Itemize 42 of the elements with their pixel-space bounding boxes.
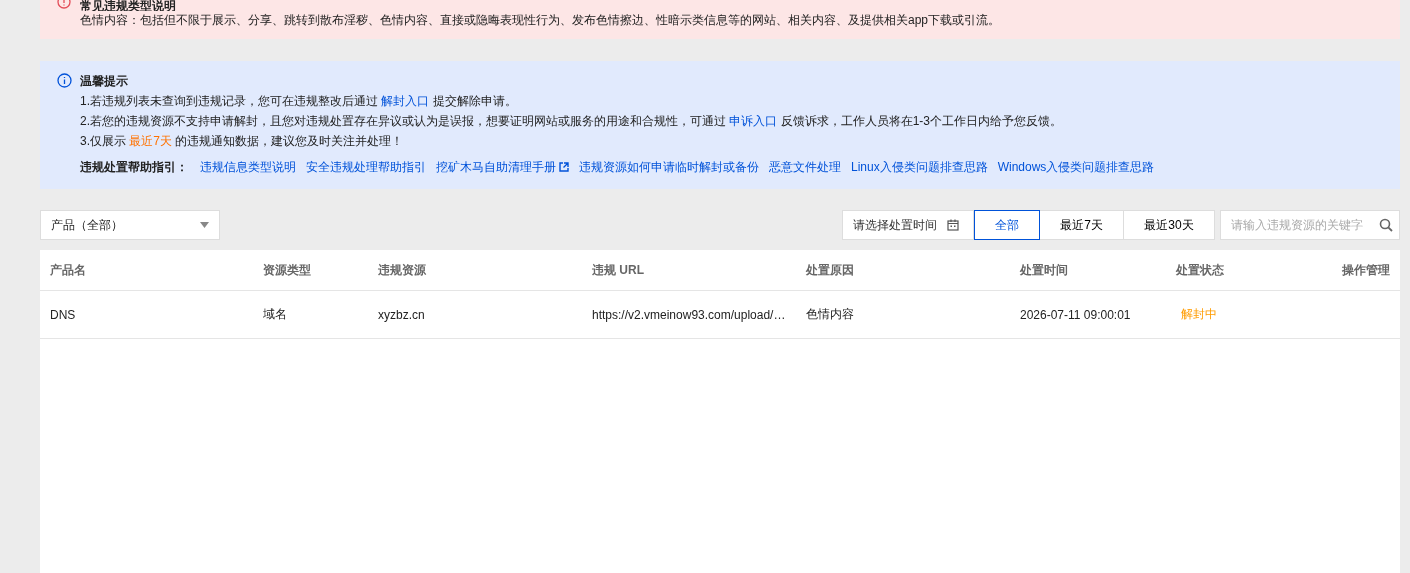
- calendar-icon: [947, 219, 959, 231]
- caret-icon: [200, 222, 209, 228]
- info-icon: [57, 73, 72, 88]
- range-tab[interactable]: 全部: [974, 210, 1040, 240]
- table-cell-text: 域名: [263, 306, 288, 323]
- table-cell-text: DNS: [50, 307, 77, 322]
- help-link[interactable]: 恶意文件处理: [769, 157, 841, 177]
- link[interactable]: 解封入口: [381, 94, 430, 108]
- column-header: 处置状态: [1176, 261, 1225, 279]
- table-cell-text: 色情内容: [806, 306, 855, 323]
- help-label: 违规处置帮助指引：: [80, 159, 188, 176]
- date-picker[interactable]: 请选择处置时间: [842, 210, 974, 240]
- column-header: 违规 URL: [592, 261, 645, 279]
- banner-text: 色情内容：包括但不限于展示、分享、跳转到散布淫秽、色情内容、直接或隐晦表现性行为、发布色情擦边、性暗示类信息等的网站、相关内容、及提供相关app下载或引流。: [80, 12, 1002, 29]
- help-link[interactable]: Windows入侵类问题排查思路: [997, 157, 1155, 177]
- column-header: 资源类型: [263, 261, 312, 279]
- column-header: 处置原因: [806, 261, 855, 279]
- help-link[interactable]: 违规资源如何申请临时解封或备份: [579, 157, 759, 177]
- column-header: 处置时间: [1020, 261, 1069, 279]
- help-link[interactable]: 违规信息类型说明: [200, 157, 296, 177]
- external-link-icon: [559, 162, 569, 172]
- column-header: 违规资源: [378, 261, 427, 279]
- status-text: 解封中: [1180, 306, 1218, 323]
- help-link[interactable]: 挖矿木马自助清理手册: [436, 157, 569, 177]
- table-cell-text: 2026-07-11 09:00:01: [1020, 307, 1132, 322]
- range-tab[interactable]: 最近30天: [1124, 210, 1215, 240]
- search-field[interactable]: 请输入违规资源的关键字: [1220, 210, 1400, 240]
- column-header: 操作管理: [1341, 261, 1390, 279]
- range-tab[interactable]: 最近7天: [1040, 210, 1124, 240]
- table-cell-text: https://v2.vmeinow93.com/upload/…: [592, 307, 787, 322]
- help-link[interactable]: 安全违规处理帮助指引: [306, 157, 426, 177]
- table-cell-text: xyzbz.cn: [378, 307, 426, 322]
- banner-title: 常见违规类型说明: [80, 0, 177, 11]
- notice-line: 1.若违规列表未查询到违规记录，您可在违规整改后通过 解封入口 提交解除申请。: [80, 93, 518, 110]
- notice-line: 3.仅展示 最近7天 的违规通知数据，建议您及时关注并处理！: [80, 133, 405, 150]
- column-header: 产品名: [50, 261, 87, 279]
- search-icon: [1379, 218, 1393, 232]
- notice-line: 2.若您的违规资源不支持申请解封，且您对违规处置存在异议或认为是误报，想要证明网站或服务的用途和合规性，可通过 申诉入口 反馈诉求，工作人员将在1-3个工作日内给予您反馈。: [80, 113, 1064, 130]
- help-link[interactable]: Linux入侵类问题排查思路: [851, 157, 988, 177]
- notice-title: 温馨提示: [80, 73, 129, 90]
- product-select[interactable]: 产品（全部）: [40, 210, 220, 240]
- link[interactable]: 申诉入口: [729, 114, 778, 128]
